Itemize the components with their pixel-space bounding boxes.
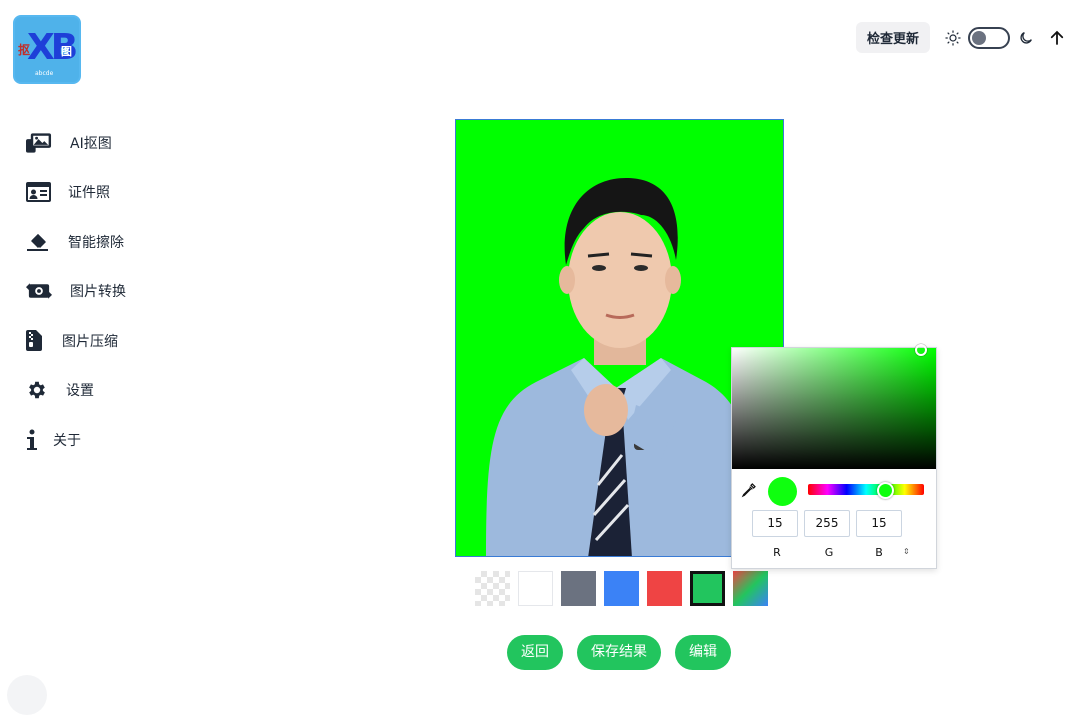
hue-slider[interactable] (808, 484, 924, 495)
swatch-green[interactable] (690, 571, 725, 606)
hue-thumb[interactable] (877, 482, 894, 499)
logo-subtext: abcde (35, 70, 54, 77)
logo-char-right: 图 (61, 45, 72, 58)
back-button[interactable]: 返回 (507, 635, 563, 670)
eyedropper-icon[interactable] (741, 482, 757, 498)
check-update-button[interactable]: 检查更新 (855, 22, 930, 53)
sidebar-item-label: 证件照 (68, 185, 110, 202)
sidebar-item-settings[interactable]: 设置 (26, 366, 126, 416)
sidebar-item-label: AI抠图 (70, 135, 112, 152)
gear-icon (26, 378, 52, 402)
sidebar-item-label: 图片压缩 (62, 333, 118, 350)
save-result-button[interactable]: 保存结果 (577, 635, 661, 670)
edit-button[interactable]: 编辑 (675, 635, 731, 670)
sidebar-nav: AI抠图 证件照 智能擦除 图片转换 图片压缩 设置 关于 (26, 118, 126, 465)
sidebar-item-image-compress[interactable]: 图片压缩 (26, 316, 126, 366)
blue-input[interactable]: 15 (856, 510, 902, 537)
corner-button[interactable] (7, 675, 47, 715)
sidebar-item-label: 设置 (66, 383, 94, 400)
top-toolbar: 检查更新 (855, 22, 1066, 53)
red-label: R (773, 546, 781, 559)
sidebar-item-smart-erase[interactable]: 智能擦除 (26, 217, 126, 267)
eraser-icon (26, 230, 52, 254)
swatch-custom-color[interactable] (733, 571, 768, 606)
color-mode-toggle[interactable]: ⇕ (903, 547, 910, 556)
app-logo: 抠 XB 图 abcde (13, 15, 81, 84)
sidebar-item-label: 关于 (53, 432, 81, 449)
red-input[interactable]: 15 (752, 510, 798, 537)
green-input[interactable]: 255 (804, 510, 850, 537)
theme-toggle[interactable] (968, 26, 1010, 49)
id-card-icon (26, 180, 52, 204)
convert-icon (26, 279, 52, 303)
toggle-knob (972, 30, 986, 45)
sidebar-item-id-photo[interactable]: 证件照 (26, 168, 126, 218)
sidebar-item-label: 图片转换 (70, 284, 126, 301)
sidebar-item-ai-cutout[interactable]: AI抠图 (26, 118, 126, 168)
sun-icon (945, 30, 961, 45)
green-label: G (824, 546, 834, 559)
arrow-up-icon[interactable] (1048, 29, 1066, 47)
blue-label: B (875, 546, 883, 559)
file-zipper-icon (26, 329, 52, 353)
saturation-thumb[interactable] (915, 344, 927, 356)
swatch-white[interactable] (518, 571, 553, 606)
saturation-area[interactable] (732, 348, 936, 469)
sidebar-item-label: 智能擦除 (68, 234, 124, 251)
action-bar: 返回 保存结果 编辑 (507, 635, 731, 670)
swatch-gray[interactable] (561, 571, 596, 606)
background-swatches (475, 571, 768, 606)
swatch-transparent[interactable] (475, 571, 510, 606)
sidebar-item-image-convert[interactable]: 图片转换 (26, 267, 126, 317)
swatch-blue[interactable] (604, 571, 639, 606)
moon-icon (1020, 31, 1032, 44)
color-preview (768, 477, 797, 506)
color-picker: 15 255 15 R G B ⇕ (731, 344, 937, 569)
sidebar-item-about[interactable]: 关于 (26, 415, 126, 465)
swatch-red[interactable] (647, 571, 682, 606)
info-icon (26, 428, 52, 452)
images-icon (26, 131, 52, 155)
